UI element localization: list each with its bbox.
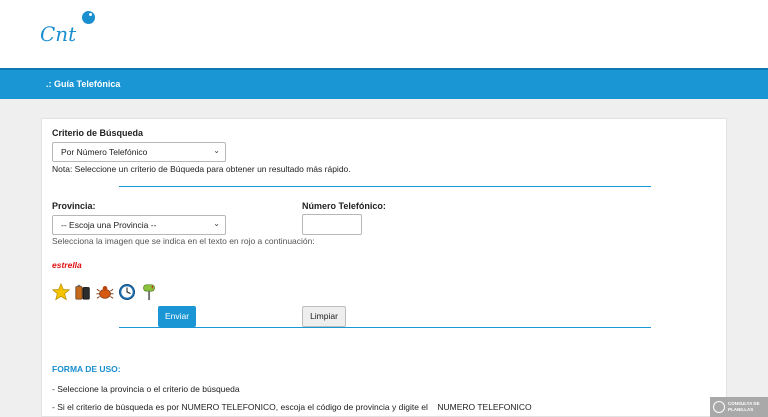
logo-text: Cnt <box>40 22 77 46</box>
mailbox-icon[interactable] <box>140 283 158 301</box>
usage-line-1: - Seleccione la provincia o el criterio … <box>52 384 240 394</box>
watermark-icon <box>713 401 725 413</box>
numero-telefonico-input[interactable] <box>302 214 362 235</box>
criterio-label: Criterio de Búsqueda <box>52 128 144 138</box>
nav-title: .: Guía Telefónica <box>46 79 121 89</box>
usage-line-2: - Si el criterio de búsqueda es por NUME… <box>52 402 532 412</box>
criterio-select[interactable]: Por Número Telefónico ⌄ <box>52 142 226 162</box>
nav-bar: .: Guía Telefónica <box>0 68 768 99</box>
logo-dot-icon <box>82 11 95 24</box>
clear-button[interactable]: Limpiar <box>302 306 346 327</box>
search-form-card: Criterio de Búsqueda Por Número Telefóni… <box>41 118 727 417</box>
battery-icon[interactable] <box>74 283 92 301</box>
captcha-instruction: Selecciona la imagen que se indica en el… <box>52 236 315 246</box>
divider-top <box>119 186 651 187</box>
provincia-select[interactable]: -- Escoja una Provincia -- ⌄ <box>52 215 226 235</box>
cnt-logo[interactable]: Cnt <box>40 10 100 48</box>
clock-icon[interactable] <box>118 283 136 301</box>
watermark-text: CONSULTA DE PLANILLAS <box>728 401 760 412</box>
provincia-select-value: -- Escoja una Provincia -- <box>61 220 157 230</box>
chevron-down-icon: ⌄ <box>213 219 220 228</box>
watermark-badge: CONSULTA DE PLANILLAS <box>710 397 768 417</box>
captcha-word: estrella <box>52 260 82 270</box>
provincia-label: Provincia: <box>52 201 96 211</box>
site-header: Cnt <box>0 0 768 68</box>
divider-bottom <box>119 327 651 328</box>
chevron-down-icon: ⌄ <box>213 146 220 155</box>
usage-title: FORMA DE USO: <box>52 364 121 374</box>
send-button[interactable]: Enviar <box>158 306 196 327</box>
criterio-select-value: Por Número Telefónico <box>61 147 148 157</box>
star-icon[interactable] <box>52 283 70 301</box>
numero-label: Número Telefónico: <box>302 201 386 211</box>
criterio-note: Nota: Seleccione un criterio de Búqueda … <box>52 164 351 174</box>
bug-icon[interactable] <box>96 283 114 301</box>
